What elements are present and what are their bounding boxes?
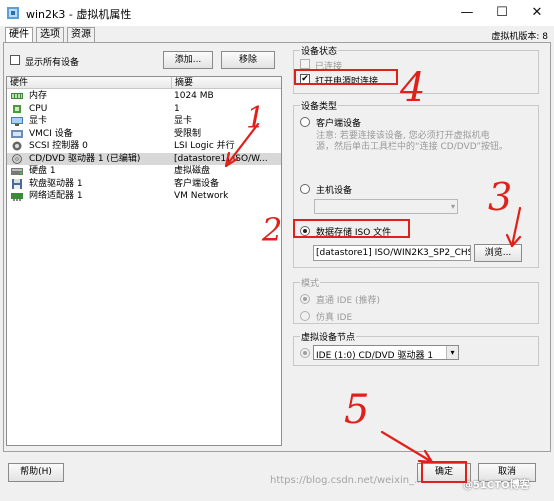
annotation-layer <box>224 122 522 464</box>
annotation-number-4: 4 <box>400 65 426 111</box>
annotation-number-5: 5 <box>344 387 370 433</box>
annotation-number-3: 3 <box>488 175 513 219</box>
annotation-arrow-5 <box>380 430 434 464</box>
annotation-number-1: 1 <box>246 101 266 136</box>
annotation-number-2: 2 <box>262 211 283 249</box>
